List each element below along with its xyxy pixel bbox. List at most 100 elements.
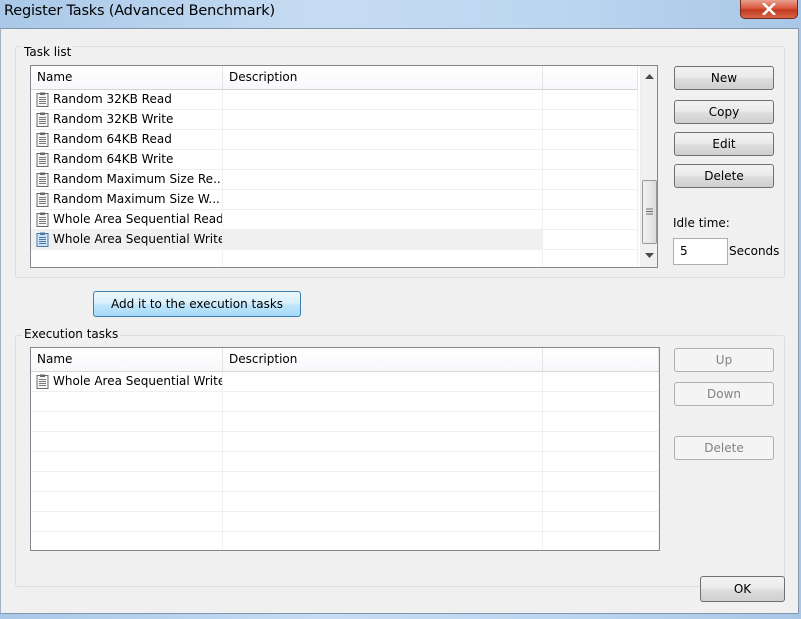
table-row[interactable]: Whole Area Sequential Write [31, 230, 638, 250]
description-cell [223, 190, 543, 209]
column-header-description[interactable]: Description [223, 66, 543, 90]
clipboard-icon [36, 172, 49, 187]
empty-row [31, 472, 659, 492]
down-button[interactable]: Down [674, 382, 774, 406]
task-list-view[interactable]: Name Description Random 32KB Read Random … [30, 65, 658, 268]
description-cell [223, 392, 543, 411]
name-cell [31, 412, 223, 431]
column-header-extra[interactable] [543, 348, 659, 372]
task-list-label: Task list [22, 45, 74, 59]
execution-list-header: Name Description [31, 348, 659, 372]
extra-cell [543, 512, 659, 531]
description-cell [223, 90, 543, 109]
extra-cell [543, 432, 659, 451]
task-list-rows: Random 32KB Read Random 32KB Write Random … [31, 90, 638, 267]
extra-cell [543, 392, 659, 411]
column-header-extra[interactable] [543, 66, 638, 90]
extra-cell [543, 492, 659, 511]
extra-cell [543, 210, 638, 229]
description-cell [223, 492, 543, 511]
clipboard-icon [36, 212, 49, 227]
name-cell [31, 532, 223, 550]
empty-row [31, 392, 659, 412]
extra-cell [543, 130, 638, 149]
idle-time-label: Idle time: [673, 216, 730, 230]
task-list-header: Name Description [31, 66, 638, 90]
empty-row [31, 250, 638, 267]
name-cell [31, 492, 223, 511]
extra-cell [543, 472, 659, 491]
description-cell [223, 250, 543, 267]
triangle-up-icon [645, 74, 654, 79]
description-cell [223, 130, 543, 149]
dialog-body: Task list Name Description Random 32KB R… [0, 28, 799, 614]
edit-button[interactable]: Edit [674, 132, 774, 156]
description-cell [223, 110, 543, 129]
task-name: Random 64KB Read [53, 132, 172, 146]
name-cell: Whole Area Sequential Read [31, 210, 223, 229]
scroll-thumb[interactable] [642, 180, 657, 244]
add-to-execution-button[interactable]: Add it to the execution tasks [93, 291, 301, 317]
table-row[interactable]: Random Maximum Size Re... [31, 170, 638, 190]
scroll-up-arrow[interactable] [641, 68, 657, 85]
empty-row [31, 512, 659, 532]
empty-row [31, 452, 659, 472]
empty-row [31, 532, 659, 550]
extra-cell [543, 90, 638, 109]
table-row[interactable]: Whole Area Sequential Read [31, 210, 638, 230]
clipboard-icon [36, 374, 49, 389]
name-cell: Random 64KB Read [31, 130, 223, 149]
up-button[interactable]: Up [674, 348, 774, 372]
name-cell [31, 452, 223, 471]
copy-button[interactable]: Copy [674, 100, 774, 124]
description-cell [223, 532, 543, 550]
extra-cell [543, 412, 659, 431]
description-cell [223, 472, 543, 491]
extra-cell [543, 170, 638, 189]
idle-time-input[interactable]: 5 [673, 238, 728, 265]
extra-cell [543, 452, 659, 471]
close-button[interactable] [740, 0, 798, 19]
extra-cell [543, 372, 659, 391]
description-cell [223, 150, 543, 169]
description-cell [223, 452, 543, 471]
execution-list-view[interactable]: Name Description Whole Area Sequential W… [30, 347, 660, 551]
table-row[interactable]: Random Maximum Size W... [31, 190, 638, 210]
clipboard-icon [36, 112, 49, 127]
description-cell [223, 170, 543, 189]
delete-execution-button[interactable]: Delete [674, 436, 774, 460]
table-row[interactable]: Random 64KB Read [31, 130, 638, 150]
task-list-scrollbar[interactable] [640, 66, 657, 267]
name-cell: Whole Area Sequential Write [31, 230, 223, 249]
clipboard-icon [36, 192, 49, 207]
clipboard-icon [36, 92, 49, 107]
description-cell [223, 432, 543, 451]
name-cell [31, 472, 223, 491]
description-cell [223, 210, 543, 229]
idle-time-unit: Seconds [729, 244, 780, 258]
column-header-name[interactable]: Name [31, 348, 223, 372]
table-row[interactable]: Random 32KB Write [31, 110, 638, 130]
empty-row [31, 412, 659, 432]
description-cell [223, 230, 543, 249]
task-name: Whole Area Sequential Read [53, 212, 223, 226]
clipboard-icon [36, 232, 49, 247]
extra-cell [543, 110, 638, 129]
column-header-name[interactable]: Name [31, 66, 223, 90]
window-title: Register Tasks (Advanced Benchmark) [4, 3, 275, 19]
ok-button[interactable]: OK [700, 576, 785, 602]
description-cell [223, 412, 543, 431]
task-name: Random Maximum Size W... [53, 192, 220, 206]
scroll-down-arrow[interactable] [641, 247, 657, 264]
new-button[interactable]: New [674, 66, 774, 90]
table-row[interactable]: Random 32KB Read [31, 90, 638, 110]
name-cell: Random Maximum Size Re... [31, 170, 223, 189]
extra-cell [543, 150, 638, 169]
table-row[interactable]: Whole Area Sequential Write [31, 372, 659, 392]
task-name: Random 64KB Write [53, 152, 174, 166]
extra-cell [543, 230, 638, 249]
delete-task-button[interactable]: Delete [674, 164, 774, 188]
name-cell: Random 64KB Write [31, 150, 223, 169]
table-row[interactable]: Random 64KB Write [31, 150, 638, 170]
column-header-description[interactable]: Description [223, 348, 543, 372]
